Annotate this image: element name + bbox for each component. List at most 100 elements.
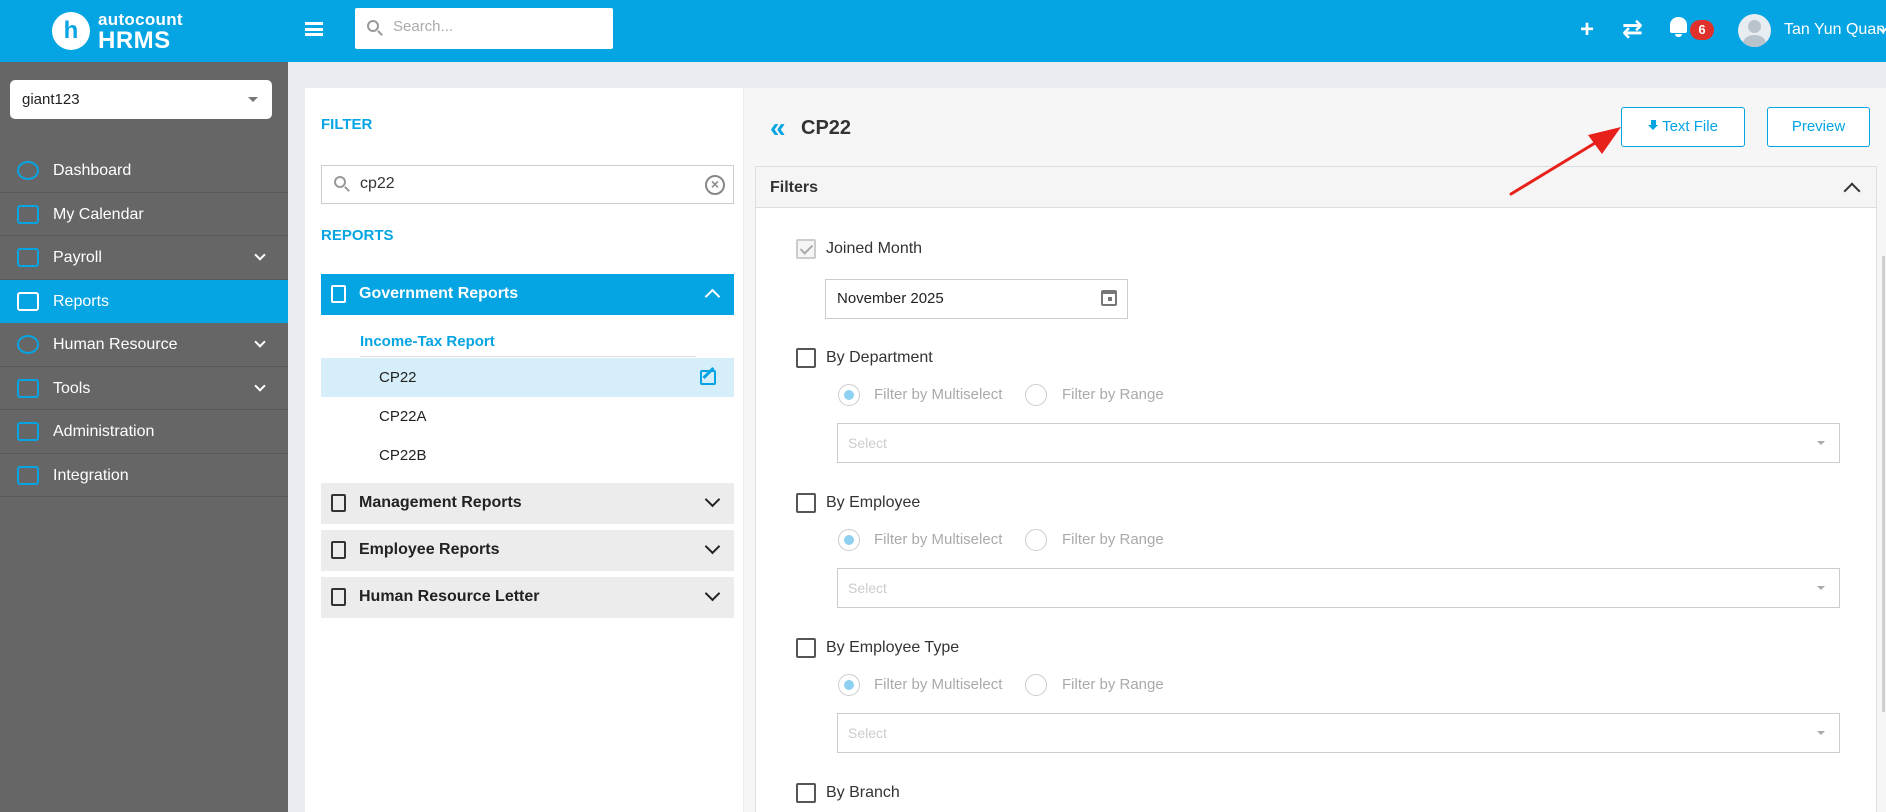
user-name[interactable]: Tan Yun Quan — [1784, 21, 1885, 39]
select-placeholder: Select — [848, 725, 887, 741]
report-item-cp22[interactable]: CP22 — [321, 358, 734, 397]
calendar-icon — [17, 204, 39, 224]
report-filter-field[interactable]: × — [321, 165, 734, 204]
group-government-reports[interactable]: Government Reports — [321, 274, 734, 315]
sidebar-item-administration[interactable]: Administration — [0, 410, 288, 454]
by-employee-type-label: By Employee Type — [826, 639, 960, 656]
report-item-cp22b[interactable]: CP22B — [321, 436, 734, 475]
preview-button[interactable]: Preview — [1767, 107, 1870, 147]
hamburger-menu-icon[interactable] — [305, 22, 323, 36]
calendar-icon[interactable] — [1101, 290, 1117, 306]
radio-label: Filter by Multiselect — [874, 676, 1003, 693]
report-item-cp22a[interactable]: CP22A — [321, 397, 734, 436]
text-file-button[interactable]: Text File — [1621, 107, 1745, 147]
group-human-resource-letter[interactable]: Human Resource Letter — [321, 577, 734, 618]
subgroup-income-tax-report[interactable]: Income-Tax Report — [360, 333, 495, 350]
bell-icon[interactable] — [1670, 17, 1687, 37]
sidebar: h autocount HRMS giant123 Dashboard My C… — [0, 0, 288, 812]
sidebar-item-tools[interactable]: Tools — [0, 367, 288, 410]
department-select[interactable]: Select — [837, 423, 1840, 463]
sidebar-item-payroll[interactable]: Payroll — [0, 236, 288, 280]
radio-label: Filter by Multiselect — [874, 531, 1003, 548]
department-multiselect-radio[interactable] — [838, 384, 860, 406]
sidebar-item-label: Human Resource — [53, 336, 178, 353]
select-placeholder: Select — [848, 435, 887, 451]
scrollbar[interactable] — [1882, 256, 1885, 712]
by-branch-label: By Branch — [826, 784, 900, 801]
by-employee-label: By Employee — [826, 494, 921, 511]
employee-type-multiselect-radio[interactable] — [838, 674, 860, 696]
report-list-panel: FILTER × REPORTS Government Reports Inco… — [305, 88, 743, 812]
radio-label: Filter by Range — [1062, 676, 1164, 693]
company-select[interactable]: giant123 — [10, 80, 272, 119]
tools-icon — [17, 378, 39, 398]
employee-type-range-radio[interactable] — [1025, 674, 1047, 696]
by-employee-checkbox[interactable] — [796, 493, 816, 513]
filters-title: Filters — [770, 179, 819, 196]
sidebar-item-label: Reports — [53, 292, 110, 310]
sidebar-item-dashboard[interactable]: Dashboard — [0, 149, 288, 193]
by-department-label: By Department — [826, 349, 933, 366]
sidebar-item-reports[interactable]: Reports — [0, 279, 288, 323]
report-filter-input[interactable] — [360, 175, 660, 193]
report-item-label: CP22B — [379, 447, 427, 464]
clear-icon[interactable]: × — [705, 175, 725, 195]
letter-icon — [331, 588, 346, 606]
chevron-down-icon — [254, 379, 266, 392]
page-title: CP22 — [801, 117, 852, 139]
employee-range-radio[interactable] — [1025, 529, 1047, 551]
employee-multiselect-radio[interactable] — [838, 529, 860, 551]
employee-select[interactable]: Select — [837, 568, 1840, 608]
reports-heading: REPORTS — [321, 227, 394, 244]
divider — [360, 356, 696, 357]
department-range-radio[interactable] — [1025, 384, 1047, 406]
date-value: November 2025 — [837, 290, 944, 307]
sidebar-item-my-calendar[interactable]: My Calendar — [0, 193, 288, 236]
dashboard-icon — [17, 161, 39, 180]
logo-product-text: HRMS — [98, 27, 171, 54]
by-employee-type-checkbox[interactable] — [796, 638, 816, 658]
filter-heading: FILTER — [321, 116, 373, 133]
caret-down-icon — [1817, 441, 1825, 445]
caret-down-icon — [248, 97, 258, 102]
edit-icon[interactable] — [700, 370, 716, 385]
report-detail-panel: « CP22 Text File Preview Filters Joined … — [744, 88, 1886, 812]
group-management-reports[interactable]: Management Reports — [321, 483, 734, 524]
radio-label: Filter by Range — [1062, 531, 1164, 548]
employee-type-select[interactable]: Select — [837, 713, 1840, 753]
global-search[interactable] — [355, 8, 613, 49]
radio-label: Filter by Multiselect — [874, 386, 1003, 403]
logo[interactable]: h autocount HRMS — [0, 0, 288, 62]
group-employee-reports[interactable]: Employee Reports — [321, 530, 734, 571]
joined-month-date-field[interactable]: November 2025 — [825, 279, 1128, 319]
add-icon[interactable]: + — [1580, 16, 1594, 44]
joined-month-checkbox[interactable] — [796, 239, 816, 259]
double-chevron-left-icon[interactable]: « — [770, 114, 786, 142]
search-icon — [334, 176, 346, 188]
search-icon — [367, 20, 379, 32]
select-placeholder: Select — [848, 580, 887, 596]
chevron-down-icon — [254, 336, 266, 348]
sidebar-item-human-resource[interactable]: Human Resource — [0, 323, 288, 367]
by-department-checkbox[interactable] — [796, 348, 816, 368]
sidebar-item-label: Payroll — [53, 249, 102, 266]
joined-month-label: Joined Month — [826, 240, 923, 257]
sync-icon[interactable]: ⇄ — [1622, 14, 1643, 44]
filters-header[interactable]: Filters — [756, 167, 1876, 208]
sidebar-item-label: Tools — [53, 379, 91, 397]
avatar[interactable] — [1738, 14, 1771, 47]
search-input[interactable] — [393, 18, 593, 35]
filters-card: Filters Joined Month November 2025 By De… — [755, 166, 1877, 812]
government-report-icon — [331, 285, 346, 303]
employee-report-icon — [331, 541, 346, 559]
by-branch-checkbox[interactable] — [796, 783, 816, 803]
text-file-label: Text File — [1662, 118, 1718, 135]
sidebar-item-integration[interactable]: Integration — [0, 454, 288, 497]
radio-label: Filter by Range — [1062, 386, 1164, 403]
chevron-down-icon — [254, 249, 266, 261]
chevron-up-icon[interactable] — [1843, 182, 1861, 200]
group-label: Government Reports — [359, 285, 519, 302]
group-label: Management Reports — [359, 494, 522, 511]
sidebar-item-label: Integration — [53, 466, 129, 484]
chevron-down-icon — [704, 538, 721, 555]
